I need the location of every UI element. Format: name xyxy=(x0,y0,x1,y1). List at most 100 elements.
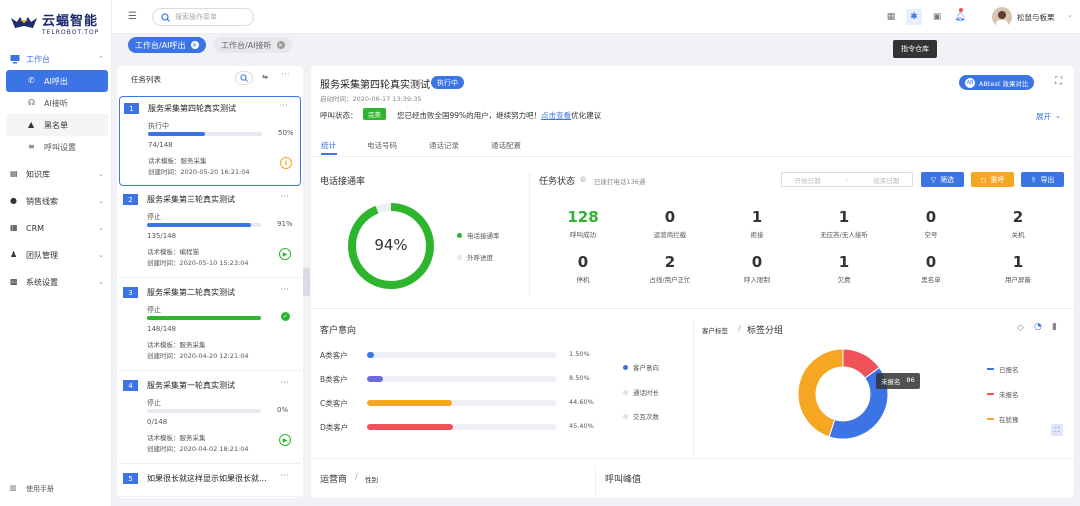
stat-label: 无应答/无人接听 xyxy=(820,231,868,239)
task-card[interactable]: 1 服务采集第四轮真实测试 ··· 执行中 50% 74/148 话术模板：服务采… xyxy=(119,96,301,186)
stat-value: 1 xyxy=(751,208,763,226)
date-start[interactable]: 开始日期 xyxy=(795,175,821,185)
task-card[interactable]: 2 服务采集第三轮真实测试 ··· 停止 91% 135/148 话术模板：编程猫… xyxy=(119,188,301,278)
avatar[interactable] xyxy=(992,7,1012,27)
task-progress-fill xyxy=(147,316,261,320)
task-card[interactable]: 3 服务采集第二轮真实测试 ··· 停止 148/148 话术模板：服务采集 创建… xyxy=(119,281,301,371)
view-link[interactable]: 点击查看 xyxy=(541,110,571,121)
legend-label: 外呼进度 xyxy=(467,254,493,262)
intent-bar-fill xyxy=(367,424,454,430)
bar-chart-icon[interactable]: ▮ xyxy=(1052,322,1057,332)
nav-blacklist[interactable]: ▲ 黑名单 xyxy=(6,114,108,136)
more-icon[interactable]: ··· xyxy=(280,285,289,295)
task-card[interactable]: 4 服务采集第一轮真实测试 ··· 停止 0% 0/148 话术模板：服务采集 创… xyxy=(119,374,301,464)
tags-crumb-1[interactable]: 客户标签 xyxy=(702,325,728,335)
nav-workbench[interactable]: 工作台 ⌃ xyxy=(0,48,112,70)
tab-ai-outbound[interactable]: 工作台/AI呼出 ✕ xyxy=(128,37,206,53)
nav-label: CRM xyxy=(26,223,45,233)
tab-phone-numbers[interactable]: 电话号码 xyxy=(367,140,397,151)
search-input[interactable]: 搜索操作菜单 xyxy=(175,12,217,22)
task-card[interactable]: 5 如果很长就这样显示如果很长就... ··· xyxy=(119,467,301,497)
nav-leads[interactable]: ● 销售线索 ⌄ xyxy=(0,190,112,212)
more-icon[interactable]: ··· xyxy=(280,378,289,388)
pie-chart-icon[interactable]: ◔ xyxy=(1034,322,1042,332)
task-search-button[interactable] xyxy=(235,71,253,85)
close-icon[interactable]: ✕ xyxy=(276,41,285,49)
play-icon[interactable]: ▶ xyxy=(279,248,291,260)
gender-title[interactable]: 性别 xyxy=(365,474,378,484)
nav-team[interactable]: ♟ 团队管理 ⌄ xyxy=(0,244,112,266)
chart-tooltip: 未报名 86 xyxy=(876,373,920,389)
info-icon: ◍ xyxy=(580,175,587,183)
filter-button[interactable]: ▽ 筛选 xyxy=(921,172,964,187)
task-card-template: 话术模板：服务采集 xyxy=(147,341,206,349)
tooltip: 指令仓库 xyxy=(893,40,937,58)
tag-legend-item: 已报名 xyxy=(987,364,1019,374)
command-store-icon[interactable]: ✱ xyxy=(906,9,922,25)
filter-icon[interactable]: ⇋ xyxy=(262,73,268,81)
nav-system[interactable]: ▩ 系统设置 ⌄ xyxy=(0,271,112,293)
tab-stats[interactable]: 统计 xyxy=(321,140,336,151)
task-progress-fill xyxy=(148,132,205,136)
date-end[interactable]: 结束日期 xyxy=(873,175,899,185)
search-box[interactable]: 搜索操作菜单 xyxy=(152,8,254,26)
nav-ai-inbound[interactable]: ☊ AI接听 xyxy=(0,92,112,114)
sidebar: 云蝠智能 TELROBOT.TOP 工作台 ⌃ ✆ AI呼出 ☊ AI接听 ▲ 黑名单 … xyxy=(0,0,112,506)
legend-dot xyxy=(457,254,462,260)
stat-value: 1 xyxy=(838,208,850,226)
button-label: 导出 xyxy=(1040,175,1055,184)
brand-sub: TELROBOT.TOP xyxy=(42,29,100,36)
search-icon xyxy=(240,74,248,82)
manual-icon: ▥ xyxy=(10,484,17,492)
more-icon[interactable]: ··· xyxy=(279,101,288,111)
expand-button[interactable]: 展开 ⌄ xyxy=(1036,111,1061,122)
nav-ai-outbound[interactable]: ✆ AI呼出 xyxy=(6,70,108,92)
task-number: 4 xyxy=(123,380,138,391)
tag-icon[interactable]: ◇ xyxy=(1017,323,1024,333)
play-icon[interactable]: ▶ xyxy=(279,434,291,446)
nav-crm[interactable]: ▦ CRM ⌄ xyxy=(0,217,112,239)
nav-knowledge[interactable]: ▤ 知识库 ⌄ xyxy=(0,163,112,185)
nav-call-settings[interactable]: ≡ 呼叫设置 xyxy=(0,136,112,158)
chevron-down-icon[interactable]: ⌄ xyxy=(1067,11,1073,19)
tab-call-records[interactable]: 通话记录 xyxy=(429,140,459,151)
nav-manual[interactable]: ▥ 使用手册 xyxy=(0,478,112,500)
expand-chart-icon[interactable]: ⛶ xyxy=(1051,424,1063,436)
close-icon[interactable]: ✕ xyxy=(190,41,199,49)
more-icon[interactable]: ··· xyxy=(280,471,289,481)
tab-underline xyxy=(321,153,337,155)
user-name[interactable]: 松鼠与板栗 xyxy=(1017,12,1055,23)
apps-icon[interactable]: ▦ xyxy=(883,9,899,25)
export-button[interactable]: ⇪ 导出 xyxy=(1021,172,1064,187)
abtest-label: ABtest 效果对比 xyxy=(979,79,1029,88)
stat-label: 呼入限制 xyxy=(744,276,770,284)
intent-row: C类客户 44.60% xyxy=(320,397,594,409)
recall-button[interactable]: ◻ 重呼 xyxy=(971,172,1014,187)
tooltip-label: 未报名 xyxy=(881,378,901,386)
legend-dot xyxy=(457,232,462,238)
abtest-button[interactable]: AB ABtest 效果对比 xyxy=(959,75,1035,90)
task-card-time: 创建时间：2020-05-20 16:21:04 xyxy=(148,168,250,176)
tab-call-config[interactable]: 通话配置 xyxy=(491,140,521,151)
divider xyxy=(693,320,694,456)
legend-connect: 电话接通率 xyxy=(457,230,500,240)
status-stat: 1 用户屏蔽 xyxy=(978,253,1058,284)
menu-fold-icon[interactable]: ☰ xyxy=(128,11,137,22)
date-range-picker[interactable]: 开始日期 - 结束日期 xyxy=(781,172,913,187)
divider xyxy=(529,172,530,296)
more-icon[interactable]: ··· xyxy=(281,70,290,80)
task-card-status: 停止 xyxy=(147,213,161,221)
fullscreen-icon[interactable]: ⛶ xyxy=(1055,76,1062,87)
intent-bar-track xyxy=(367,400,557,406)
tab-ai-inbound[interactable]: 工作台/AI接听 ✕ xyxy=(214,37,292,53)
collapse-handle[interactable]: ‹ xyxy=(303,268,310,296)
legend-dot xyxy=(623,413,628,419)
intent-row: A类客户 1.50% xyxy=(320,349,590,361)
pause-icon[interactable]: Ⅱ xyxy=(280,157,292,169)
screen-icon[interactable]: ▣ xyxy=(929,9,945,25)
status-stat: 0 黑名单 xyxy=(891,253,971,284)
carrier-title[interactable]: 运营商 xyxy=(320,472,347,485)
task-card-status: 执行中 xyxy=(148,122,169,130)
warning-icon: ▲ xyxy=(28,120,35,129)
more-icon[interactable]: ··· xyxy=(280,192,289,202)
